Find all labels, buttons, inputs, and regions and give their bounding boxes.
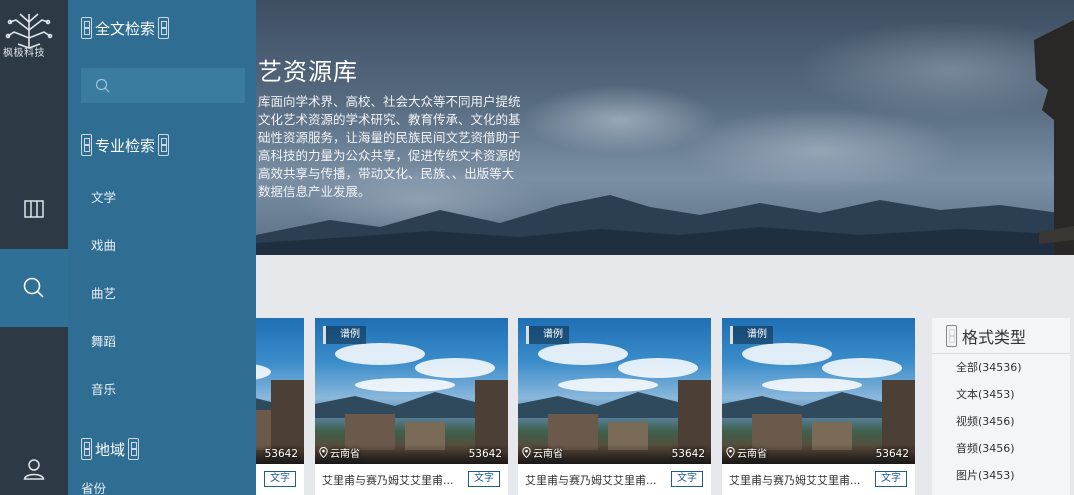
card-count: 53642 — [671, 448, 705, 460]
search-icon — [95, 78, 110, 93]
resource-card[interactable]: 谱例 云南省 53642 艾里甫与赛乃姆艾艾里甫... 文字 — [315, 318, 508, 495]
format-filter-header: 格式类型 — [932, 318, 1070, 354]
location-pin-icon — [319, 447, 328, 458]
brand-name: 枫极科技 — [3, 48, 45, 59]
category-dance[interactable]: 舞蹈 — [91, 331, 116, 350]
bracket-icon — [81, 17, 92, 39]
bracket-icon — [81, 134, 92, 156]
category-folk-art[interactable]: 曲艺 — [91, 283, 116, 302]
card-title[interactable]: 艾里甫与赛乃姆艾艾里甫... — [322, 472, 467, 488]
format-item-text[interactable]: 文本(3453) — [932, 381, 1070, 408]
left-rail: 枫极科技 — [0, 0, 68, 495]
rail-library-button[interactable] — [0, 170, 68, 248]
pavilion-roof — [1034, 20, 1074, 255]
card-title[interactable]: 艾里甫与赛乃姆艾艾里甫... — [525, 472, 670, 488]
hero-title: 艺资源库 — [258, 58, 358, 86]
bracket-icon — [158, 134, 170, 156]
user-icon — [23, 459, 45, 480]
hero-description: 库面向学术界、高校、社会大众等不同用户提统文化艺术资源的学术研究、教育传承、文化… — [258, 94, 521, 199]
card-tag: 谱例 — [323, 326, 366, 344]
category-opera[interactable]: 戏曲 — [91, 235, 116, 254]
card-type-badge: 文字 — [671, 471, 703, 487]
professional-search-title: 专业检索 — [95, 136, 156, 155]
region-title: 地域 — [95, 440, 126, 459]
card-location-text: 云南省 — [737, 449, 767, 460]
province-label[interactable]: 省份 — [81, 478, 106, 495]
bracket-icon — [158, 17, 170, 39]
category-music[interactable]: 音乐 — [91, 379, 116, 398]
format-item-image[interactable]: 图片(3453) — [932, 462, 1070, 489]
fulltext-search-title: 全文检索 — [95, 19, 156, 38]
rail-search-button[interactable] — [0, 249, 68, 327]
format-filter-title: 格式类型 — [962, 327, 1027, 347]
rail-user-button[interactable] — [0, 430, 68, 495]
format-filter-panel: 格式类型 全部(34536) 文本(3453) 视频(3456) 音频(3456… — [932, 318, 1070, 495]
card-tag: 谱例 — [526, 326, 569, 344]
format-item-video[interactable]: 视频(3456) — [932, 408, 1070, 435]
card-thumbnail: 谱例 云南省 53642 — [518, 318, 711, 464]
card-title[interactable]: 艾里甫与赛乃姆艾艾里甫... — [729, 472, 874, 488]
card-location-text: 云南省 — [533, 449, 563, 460]
resource-card[interactable]: 谱例 云南省 53642 艾里甫与赛乃姆艾艾里甫... 文字 — [518, 318, 711, 495]
format-item-audio[interactable]: 音频(3456) — [932, 435, 1070, 462]
fulltext-search-header: 全文检索 — [81, 17, 170, 39]
card-location: 云南省 — [319, 445, 360, 460]
professional-search-header: 专业检索 — [81, 134, 170, 156]
resource-card[interactable]: 谱例 云南省 53642 艾里甫与赛乃姆艾艾里甫... 文字 — [722, 318, 915, 495]
card-thumbnail: 谱例 云南省 53642 — [315, 318, 508, 464]
bracket-icon — [81, 438, 92, 460]
card-thumbnail: 谱例 云南省 53642 — [722, 318, 915, 464]
card-location: 云南省 — [726, 445, 767, 460]
format-item-all[interactable]: 全部(34536) — [932, 354, 1070, 381]
bracket-icon — [128, 438, 140, 460]
card-location: 云南省 — [522, 445, 563, 460]
region-header: 地域 — [81, 438, 140, 460]
card-type-badge: 文字 — [875, 471, 907, 487]
card-type-badge: 文字 — [264, 471, 296, 487]
bracket-icon — [946, 324, 957, 347]
fulltext-search-box — [81, 68, 245, 103]
search-panel: 全文检索 专业检索 文学 戏曲 曲艺 舞蹈 音乐 地域 省份 — [68, 0, 256, 495]
card-count: 53642 — [875, 448, 909, 460]
card-type-badge: 文字 — [468, 471, 500, 487]
location-pin-icon — [726, 447, 735, 458]
card-count: 53642 — [264, 448, 298, 460]
location-pin-icon — [522, 447, 531, 458]
search-icon — [23, 277, 44, 298]
category-literature[interactable]: 文学 — [91, 187, 116, 206]
card-tag: 谱例 — [730, 326, 773, 344]
card-count: 53642 — [468, 448, 502, 460]
book-icon — [24, 200, 44, 218]
card-location-text: 云南省 — [330, 449, 360, 460]
